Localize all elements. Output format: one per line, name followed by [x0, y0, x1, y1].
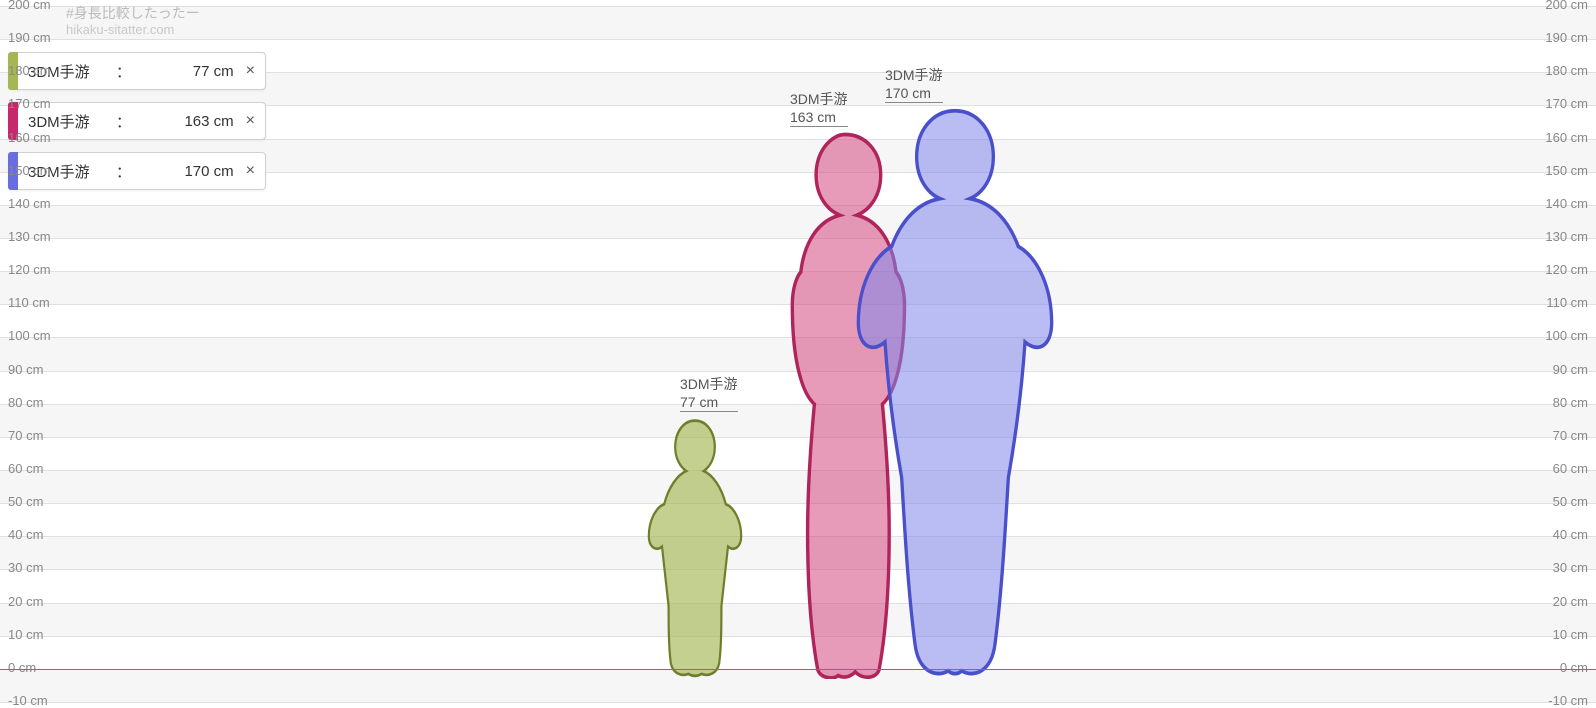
axis-label-left: 170 cm	[8, 96, 51, 111]
axis-label-right: 180 cm	[1545, 63, 1588, 78]
axis-label-right: 140 cm	[1545, 196, 1588, 211]
axis-label-right: 50 cm	[1553, 494, 1588, 509]
axis-label-right: 70 cm	[1553, 428, 1588, 443]
legend-separator: ：	[116, 161, 131, 182]
silhouette-label: 3DM手游170 cm	[885, 65, 943, 103]
silhouette-label: 3DM手游77 cm	[680, 374, 738, 412]
grid-line	[0, 6, 1596, 7]
axis-label-left: 160 cm	[8, 130, 51, 145]
axis-label-right: 60 cm	[1553, 461, 1588, 476]
axis-label-right: 20 cm	[1553, 594, 1588, 609]
grid-line	[0, 39, 1596, 40]
silhouette-child[interactable]: 3DM手游77 cm	[640, 414, 750, 669]
axis-label-right: 160 cm	[1545, 130, 1588, 145]
axis-label-left: 40 cm	[8, 527, 43, 542]
axis-label-left: 150 cm	[8, 163, 51, 178]
watermark-line1: #身長比較したったー	[66, 4, 200, 22]
axis-label-left: 60 cm	[8, 461, 43, 476]
axis-label-left: 130 cm	[8, 229, 51, 244]
grid-line	[0, 702, 1596, 703]
axis-label-left: 120 cm	[8, 262, 51, 277]
axis-label-left: 90 cm	[8, 362, 43, 377]
axis-label-right: 100 cm	[1545, 328, 1588, 343]
legend-name: 3DM手游	[28, 111, 108, 132]
axis-label-right: 0 cm	[1560, 660, 1588, 675]
axis-label-left: 80 cm	[8, 395, 43, 410]
zero-line	[0, 669, 1596, 671]
axis-label-right: 120 cm	[1545, 262, 1588, 277]
axis-label-right: 40 cm	[1553, 527, 1588, 542]
axis-label-left: 50 cm	[8, 494, 43, 509]
axis-label-left: 200 cm	[8, 0, 51, 12]
axis-label-right: 170 cm	[1545, 96, 1588, 111]
close-icon[interactable]: ×	[246, 63, 255, 79]
silhouette-label: 3DM手游163 cm	[790, 89, 848, 127]
axis-label-left: 10 cm	[8, 627, 43, 642]
axis-label-right: 200 cm	[1545, 0, 1588, 12]
legend-separator: ：	[116, 111, 131, 132]
close-icon[interactable]: ×	[246, 163, 255, 179]
grid-band	[0, 6, 1596, 39]
axis-label-right: 30 cm	[1553, 560, 1588, 575]
legend-value: 77 cm	[139, 63, 234, 80]
legend-value: 170 cm	[139, 163, 234, 180]
axis-label-left: 70 cm	[8, 428, 43, 443]
axis-label-right: 110 cm	[1546, 295, 1588, 310]
axis-label-right: 10 cm	[1553, 627, 1588, 642]
axis-label-left: 110 cm	[8, 295, 50, 310]
axis-label-left: 180 cm	[8, 63, 51, 78]
height-comparison-chart: #身長比較したったー hikaku-sitatter.com 3DM手游77 c…	[0, 0, 1596, 706]
watermark: #身長比較したったー hikaku-sitatter.com	[66, 4, 200, 39]
legend-separator: ：	[116, 61, 131, 82]
silhouette-man[interactable]: 3DM手游170 cm	[855, 105, 1055, 668]
axis-label-right: 80 cm	[1553, 395, 1588, 410]
watermark-line2: hikaku-sitatter.com	[66, 22, 200, 39]
axis-label-left: 0 cm	[8, 660, 36, 675]
axis-label-right: 90 cm	[1553, 362, 1588, 377]
axis-label-left: 100 cm	[8, 328, 51, 343]
axis-label-left: 190 cm	[8, 30, 51, 45]
legend-value: 163 cm	[139, 113, 234, 130]
axis-label-left: 30 cm	[8, 560, 43, 575]
axis-label-right: 130 cm	[1545, 229, 1588, 244]
axis-label-left: 20 cm	[8, 594, 43, 609]
axis-label-left: 140 cm	[8, 196, 51, 211]
axis-label-right: 190 cm	[1545, 30, 1588, 45]
close-icon[interactable]: ×	[246, 113, 255, 129]
axis-label-right: 150 cm	[1545, 163, 1588, 178]
